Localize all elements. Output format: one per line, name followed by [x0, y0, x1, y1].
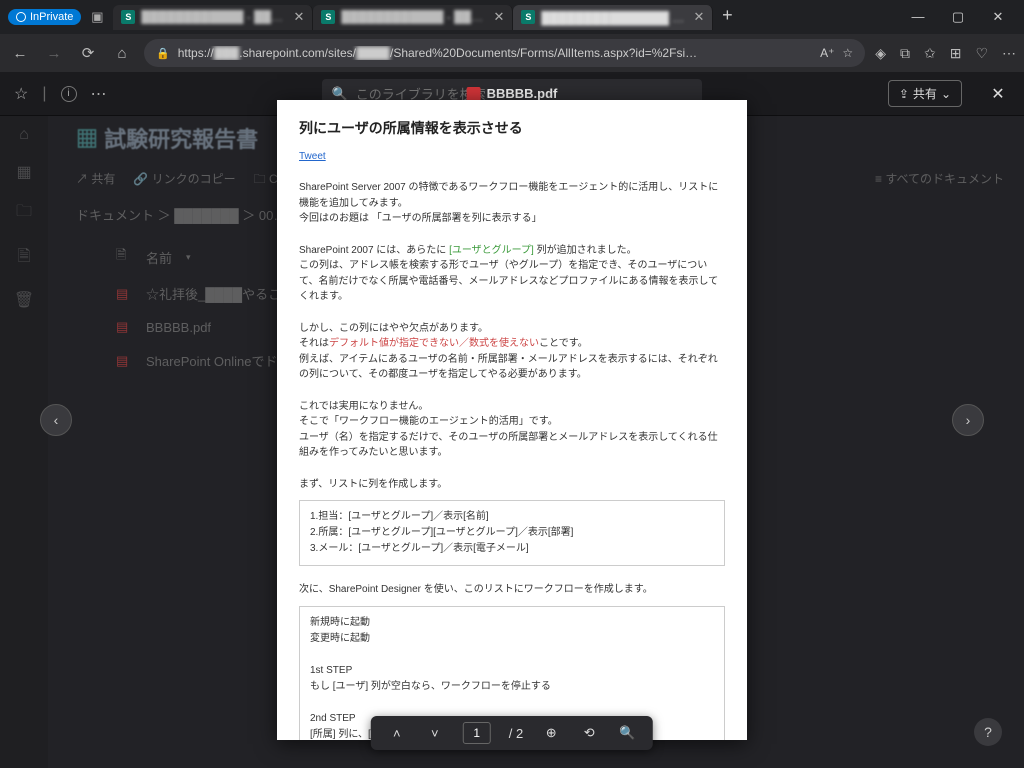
page-up-button[interactable]: ˄ — [387, 726, 407, 741]
help-button[interactable]: ? — [974, 718, 1002, 746]
tab-title: ████████████ - ████ — [141, 10, 287, 24]
browser-essentials-icon[interactable]: ♡ — [975, 45, 988, 62]
page-down-button[interactable]: ˅ — [425, 726, 445, 741]
menu-icon[interactable]: ⋯ — [1002, 45, 1016, 62]
favorite-icon[interactable]: ☆ — [842, 46, 853, 60]
browser-tab[interactable]: S ████████████ - ████ ✕ — [113, 5, 313, 30]
extensions-icon[interactable]: ⊞ — [950, 45, 962, 62]
tweet-link[interactable]: Tweet — [299, 151, 326, 162]
window-controls: — ▢ ✕ — [908, 9, 1016, 25]
close-icon[interactable]: ✕ — [694, 9, 705, 25]
tab-title: ███████████████ - す… — [541, 9, 687, 26]
tab-title: ████████████ - ████ — [341, 10, 487, 24]
page-total: / 2 — [509, 726, 523, 741]
search-in-pdf-button[interactable]: 🔍 — [617, 725, 637, 741]
rotate-button[interactable]: ⟲ — [579, 725, 599, 741]
workspaces-icon[interactable]: ▣ — [85, 5, 109, 29]
code-block: 1.担当：[ユーザとグループ]／表示[名前] 2.所属：[ユーザとグループ][ユ… — [299, 500, 725, 566]
sharepoint-favicon: S — [121, 10, 135, 24]
sharepoint-favicon: S — [521, 10, 535, 24]
pdf-page: 列にユーザの所属情報を表示させる Tweet SharePoint Server… — [277, 100, 747, 740]
maximize-button[interactable]: ▢ — [948, 9, 968, 25]
inprivate-badge: InPrivate — [8, 9, 81, 25]
lock-icon: 🔒 — [156, 47, 170, 60]
browser-tab-active[interactable]: S ███████████████ - す… ✕ — [513, 5, 713, 30]
address-bar: ← → ⟳ ⌂ 🔒 https://███.sharepoint.com/sit… — [0, 34, 1024, 72]
close-icon[interactable]: ✕ — [294, 9, 305, 25]
reader-icon[interactable]: A⁺ — [820, 46, 834, 60]
tracking-icon[interactable]: ◈ — [875, 45, 886, 62]
zoom-in-button[interactable]: ⊕ — [541, 725, 561, 741]
collections-icon[interactable]: ⧉ — [900, 45, 910, 62]
forward-button[interactable]: → — [42, 41, 66, 65]
next-page-button[interactable]: › — [952, 404, 984, 436]
pdf-toolbar: ˄ ˅ / 2 ⊕ ⟲ 🔍 — [371, 716, 653, 750]
back-button[interactable]: ← — [8, 41, 32, 65]
prev-page-button[interactable]: ‹ — [40, 404, 72, 436]
sharepoint-favicon: S — [321, 10, 335, 24]
browser-tab[interactable]: S ████████████ - ████ ✕ — [313, 5, 513, 30]
pdf-viewer: ‹ › 列にユーザの所属情報を表示させる Tweet SharePoint Se… — [0, 72, 1024, 768]
new-tab-button[interactable]: + — [713, 5, 741, 30]
tab-strip: S ████████████ - ████ ✕ S ████████████ -… — [113, 5, 904, 30]
page-number-input[interactable] — [463, 722, 491, 744]
close-icon[interactable]: ✕ — [494, 9, 505, 25]
window-close-button[interactable]: ✕ — [988, 9, 1008, 25]
column-link: [ユーザとグループ] — [449, 245, 534, 256]
refresh-button[interactable]: ⟳ — [76, 41, 100, 65]
home-button[interactable]: ⌂ — [110, 41, 134, 65]
url-text: https://███.sharepoint.com/sites/████/Sh… — [178, 46, 812, 60]
doc-heading: 列にユーザの所属情報を表示させる — [299, 118, 725, 140]
minimize-button[interactable]: — — [908, 9, 928, 25]
browser-titlebar: InPrivate ▣ S ████████████ - ████ ✕ S ██… — [0, 0, 1024, 34]
favorites-bar-icon[interactable]: ✩ — [924, 45, 936, 62]
url-input[interactable]: 🔒 https://███.sharepoint.com/sites/████/… — [144, 39, 865, 67]
